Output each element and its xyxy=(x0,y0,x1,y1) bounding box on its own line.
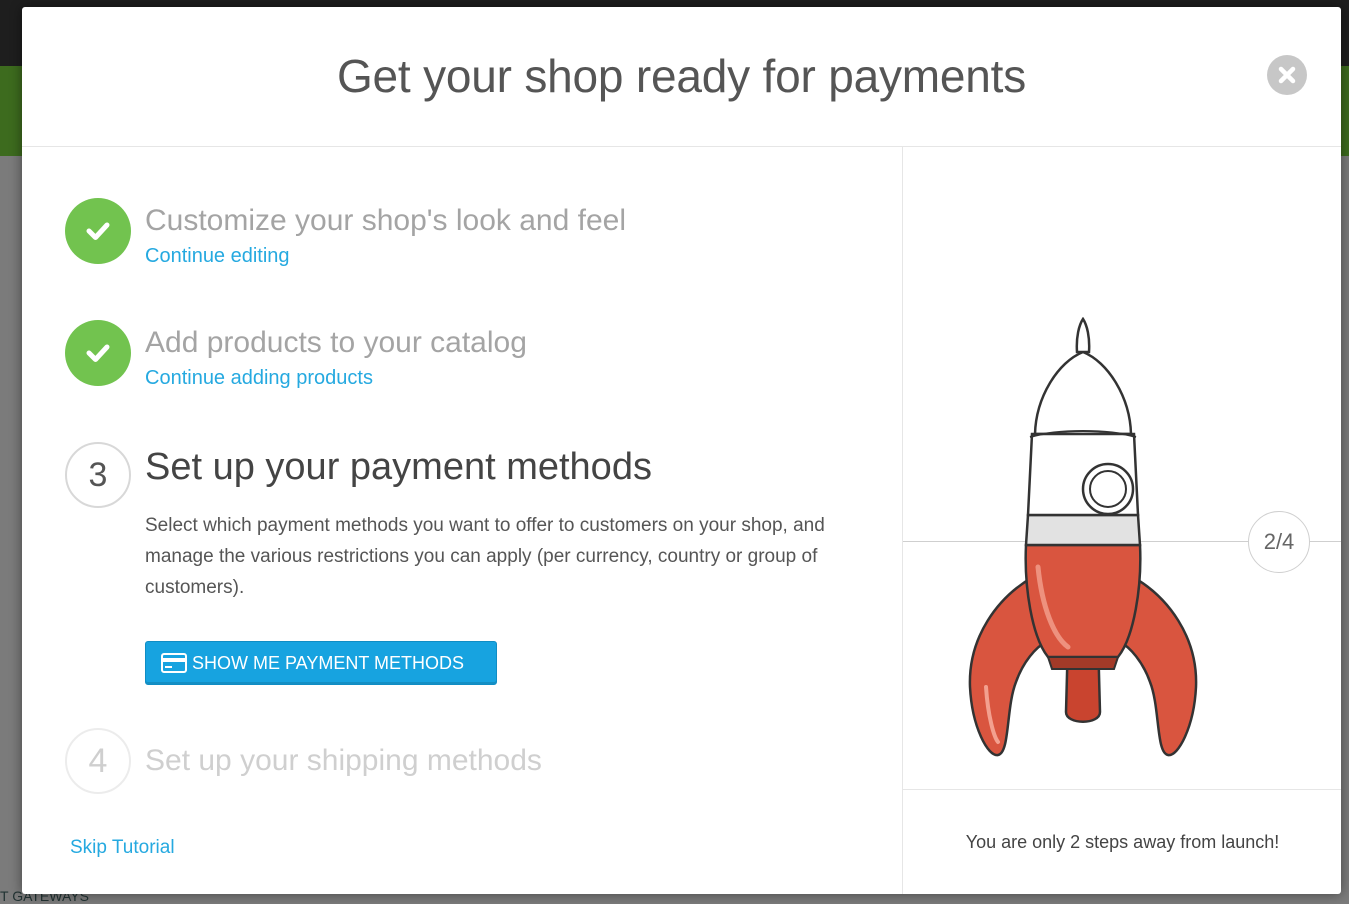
continue-editing-link[interactable]: Continue editing xyxy=(145,245,290,268)
credit-card-icon xyxy=(160,652,188,674)
continue-adding-products-link[interactable]: Continue adding products xyxy=(145,367,373,390)
step-3-title: Set up your payment methods xyxy=(145,446,652,488)
rocket-illustration xyxy=(968,317,1198,757)
step-3-description: Select which payment methods you want to… xyxy=(145,515,825,598)
step-2-title: Add products to your catalog xyxy=(145,326,527,359)
steps-panel: Customize your shop's look and feel Cont… xyxy=(22,147,902,894)
close-button[interactable] xyxy=(1267,55,1307,95)
show-payment-methods-button[interactable]: SHOW ME PAYMENT METHODS xyxy=(145,641,497,685)
close-icon xyxy=(1278,66,1296,84)
modal-title: Get your shop ready for payments xyxy=(336,50,1027,102)
progress-panel: 2/4 You are only 2 steps away from launc… xyxy=(902,147,1341,894)
check-icon xyxy=(65,320,131,386)
skip-tutorial-link[interactable]: Skip Tutorial xyxy=(70,837,175,859)
check-icon xyxy=(65,198,131,264)
step-4-number: 4 xyxy=(88,741,108,780)
step-1-title: Customize your shop's look and feel xyxy=(145,204,626,237)
modal-header: Get your shop ready for payments xyxy=(22,7,1341,147)
launch-message: You are only 2 steps away from launch! xyxy=(965,832,1280,852)
show-payment-methods-label: SHOW ME PAYMENT METHODS xyxy=(192,652,465,673)
progress-badge: 2/4 xyxy=(1248,511,1310,573)
step-4-title: Set up your shipping methods xyxy=(145,744,542,777)
step-3-number: 3 xyxy=(88,455,108,494)
step-4-number-badge: 4 xyxy=(65,728,131,794)
step-3-number-badge: 3 xyxy=(65,442,131,508)
onboarding-modal: Get your shop ready for payments Customi… xyxy=(22,7,1341,894)
footer-divider xyxy=(903,789,1341,790)
